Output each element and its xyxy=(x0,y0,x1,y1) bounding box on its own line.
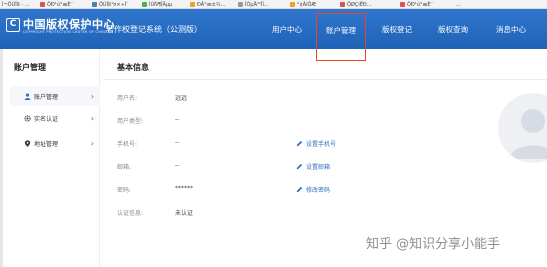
sidebar-item-label: 实名认证 xyxy=(34,115,59,123)
site-logo[interactable]: C 中国版权保护中心 COPYRIGHT PROTECTION CENTER O… xyxy=(6,15,115,43)
logo-subtitle: COPYRIGHT PROTECTION CENTER OF CHINA xyxy=(23,30,108,34)
sidebar-item-label: 账户管理 xyxy=(34,93,59,101)
bookmark-item[interactable]: ÌÚÑ¶ÎÄµµ xyxy=(142,0,173,8)
user-type-label: 用户类型: xyxy=(117,118,144,125)
site-header: C 中国版权保护中心 COPYRIGHT PROTECTION CENTER O… xyxy=(0,9,547,61)
bookmark-favicon-icon xyxy=(92,2,97,7)
pencil-icon xyxy=(296,140,303,147)
bookmark-favicon-icon xyxy=(290,2,295,7)
nav-label: 用户中心 xyxy=(272,24,302,34)
password-label: 密码: xyxy=(117,187,132,194)
system-name: 著作权登记系统（公测版） xyxy=(106,25,202,34)
location-pin-icon xyxy=(24,139,31,147)
nav-user-center[interactable]: 用户中心 xyxy=(262,9,312,49)
nav-message-center[interactable]: 消息中心 xyxy=(484,9,538,49)
bookmark-item[interactable]: ÖÐ¹ú°æÈ¨ xyxy=(40,0,74,8)
bookmark-label: ... xyxy=(456,1,461,8)
sidebar-item-real-name[interactable]: 实名认证 › xyxy=(10,108,100,128)
sidebar-item-account[interactable]: 账户管理 › xyxy=(10,86,100,106)
bookmark-label: ÌÚÑ¶ÎÄµµ xyxy=(149,1,173,8)
nav-label: 版权查询 xyxy=(438,24,468,34)
nav-copyright-registration[interactable]: 版权登记 xyxy=(372,9,422,49)
bookmark-label: ÖØÇìÊÐ... xyxy=(347,1,372,8)
chevron-right-icon: › xyxy=(90,138,94,148)
bookmark-item[interactable]: °¢ÀïÔÆ xyxy=(290,0,317,8)
bookmark-item[interactable]: Í¬ÔÚÏß - ... xyxy=(2,0,30,8)
bookmark-item[interactable]: ÐÂ°æ±¾... xyxy=(190,0,226,8)
sidebar xyxy=(8,49,100,267)
verification-label: 认证信息: xyxy=(117,210,144,217)
bookmark-favicon-icon xyxy=(40,2,45,7)
change-password-label: 修改密码 xyxy=(306,187,331,194)
set-email-label: 设置邮箱 xyxy=(306,164,331,171)
divider xyxy=(104,79,547,80)
set-phone-label: 设置手机号 xyxy=(306,141,337,148)
sidebar-item-label: 地址管理 xyxy=(34,140,59,148)
set-email-button[interactable]: 设置邮箱 xyxy=(296,162,330,171)
verification-value: 未认证 xyxy=(175,210,194,217)
email-label: 邮箱: xyxy=(117,164,132,171)
bookmark-bar: Í¬ÔÚÏß - ... ÖÐ¹ú°æÈ¨ ÔÚÏß¹¤×÷Ì¨ ÌÚÑ¶ÎÄµ… xyxy=(0,0,547,9)
username-value: 远远 xyxy=(175,95,188,102)
logo-badge: C xyxy=(6,18,20,32)
bookmark-label: ÎÒµÄ¹²Ïí... xyxy=(245,1,269,8)
bookmark-favicon-icon xyxy=(190,2,195,7)
bookmark-label: ÐÂ°æ±¾... xyxy=(197,1,226,8)
email-value: -- xyxy=(175,162,180,169)
bookmark-favicon-icon xyxy=(340,2,345,7)
nav-copyright-query[interactable]: 版权查询 xyxy=(428,9,478,49)
page-title: 基本信息 xyxy=(117,63,149,72)
page-edge xyxy=(0,49,3,267)
password-value: ****** xyxy=(175,185,193,192)
bookmark-item[interactable]: ÖØÇìÊÐ... xyxy=(340,0,372,8)
pencil-icon xyxy=(296,163,303,170)
bookmark-favicon-icon xyxy=(238,2,243,7)
sidebar-title: 账户管理 xyxy=(14,63,46,72)
set-phone-button[interactable]: 设置手机号 xyxy=(296,139,336,148)
phone-value: -- xyxy=(175,139,180,146)
username-label: 用户名: xyxy=(117,95,138,102)
chevron-right-icon: › xyxy=(90,113,94,123)
bookmark-item[interactable]: ÎÒµÄ¹²Ïí... xyxy=(238,0,269,8)
nav-label: 账户管理 xyxy=(326,26,356,35)
avatar-placeholder-icon xyxy=(510,109,547,159)
user-icon xyxy=(24,93,31,100)
change-password-button[interactable]: 修改密码 xyxy=(296,185,330,194)
gear-icon xyxy=(24,114,31,122)
bookmark-item[interactable]: ÖÐ¹ú°æÈ¨ xyxy=(400,0,434,8)
nav-label: 消息中心 xyxy=(496,24,526,34)
avatar[interactable] xyxy=(498,93,547,163)
phone-label: 手机号: xyxy=(117,141,138,148)
bookmark-item[interactable]: ÔÚÏß¹¤×÷Ì¨ xyxy=(92,0,129,8)
bookmark-label: ÖÐ¹ú°æÈ¨ xyxy=(47,1,74,8)
sidebar-item-address[interactable]: 地址管理 › xyxy=(10,133,100,153)
nav-label: 版权登记 xyxy=(382,24,412,34)
bookmark-item[interactable]: ... xyxy=(456,0,461,8)
bookmark-label: Í¬ÔÚÏß - ... xyxy=(2,1,30,8)
bookmark-label: ÖÐ¹ú°æÈ¨ xyxy=(407,1,434,8)
watermark: 知乎 @知识分享小能手 xyxy=(366,237,501,252)
bookmark-favicon-icon xyxy=(400,2,405,7)
chevron-right-icon: › xyxy=(90,91,94,101)
bookmark-label: °¢ÀïÔÆ xyxy=(297,1,317,8)
user-type-value: -- xyxy=(175,116,180,123)
pencil-icon xyxy=(296,186,303,193)
bookmark-label: ÔÚÏß¹¤×÷Ì¨ xyxy=(99,1,129,8)
bookmark-favicon-icon xyxy=(142,2,147,7)
nav-account-management[interactable]: 账户管理 xyxy=(316,13,366,61)
